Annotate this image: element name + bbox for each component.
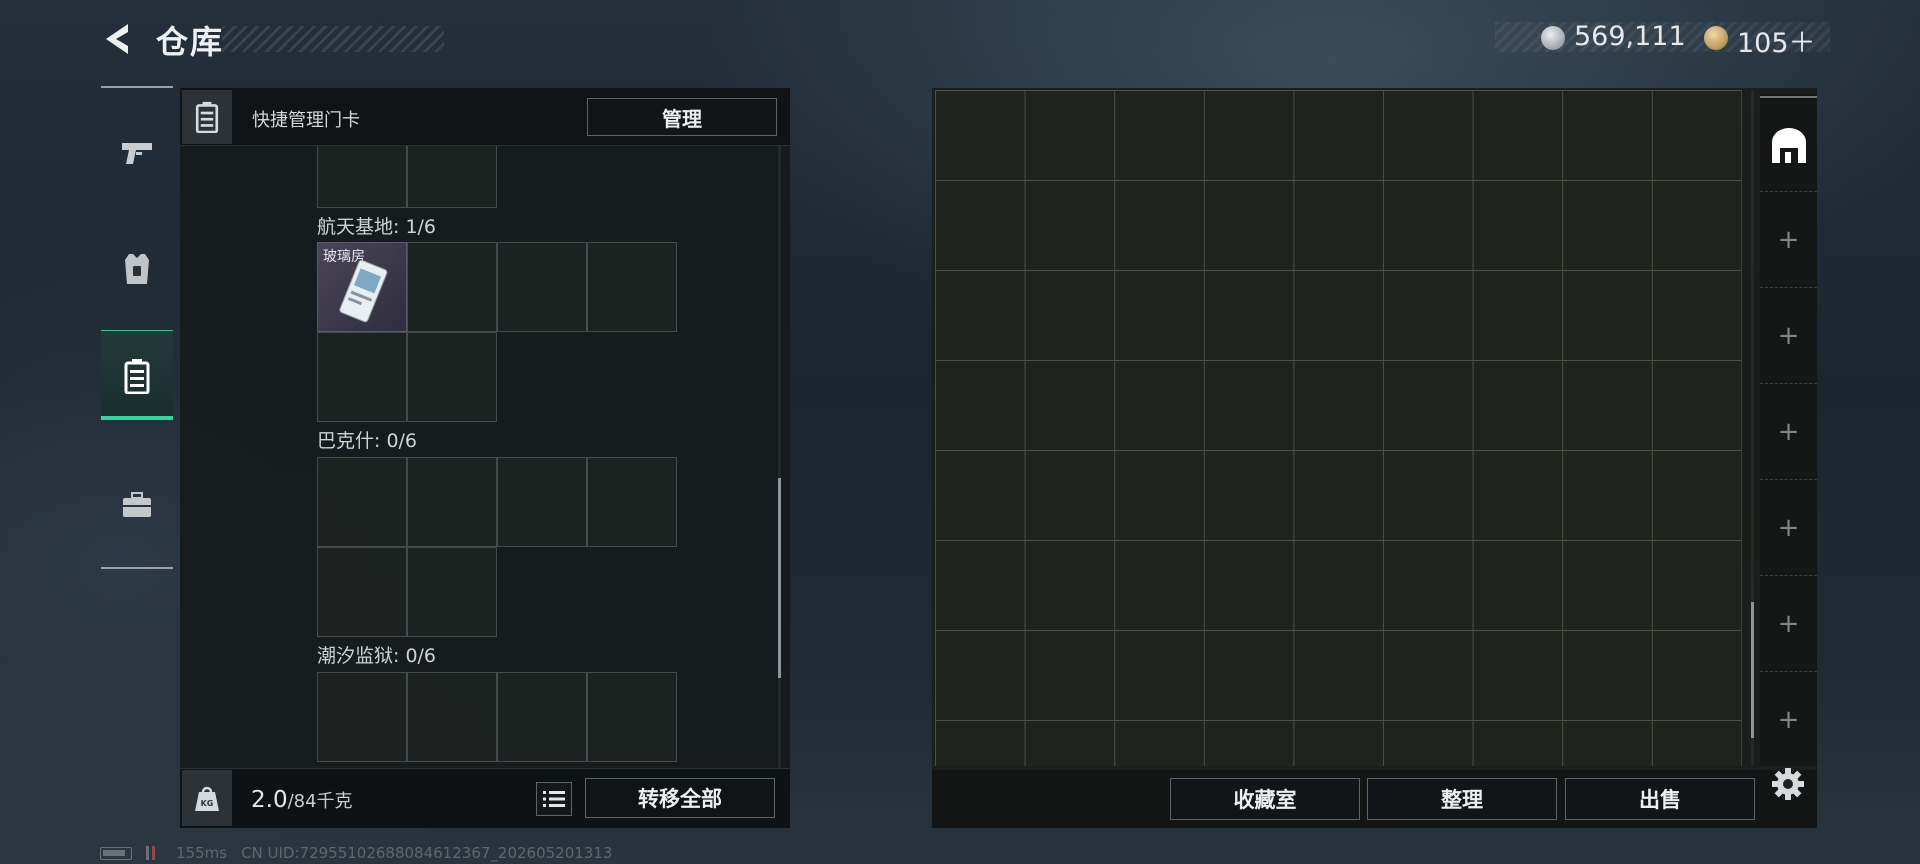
keycard-slot[interactable]: [407, 332, 497, 422]
keycard-slot[interactable]: [407, 242, 497, 332]
transfer-all-button[interactable]: 转移全部: [585, 778, 775, 818]
stash-tab-add[interactable]: +: [1760, 192, 1817, 288]
weight-icon: KG: [195, 786, 219, 811]
keycard-slot[interactable]: [497, 672, 587, 762]
gold-coin-icon: [1704, 26, 1728, 50]
nav-rail-divider-bottom: [101, 567, 173, 569]
keycard-slot[interactable]: [317, 146, 407, 208]
stash-tab-add[interactable]: +: [1760, 576, 1817, 672]
keycard-slot[interactable]: [317, 672, 407, 762]
keycard-slot[interactable]: [407, 672, 497, 762]
keycard-slot[interactable]: [407, 547, 497, 637]
keycard-slot[interactable]: [407, 146, 497, 208]
keycard-slot[interactable]: [497, 242, 587, 332]
weight-capacity: /84千克: [287, 791, 353, 812]
list-view-button[interactable]: [536, 782, 572, 816]
stash-tab-add[interactable]: +: [1760, 288, 1817, 384]
pistol-icon: [122, 143, 152, 164]
armor-vest-icon: [125, 254, 149, 284]
gold-currency-value[interactable]: 105＋: [1737, 21, 1816, 60]
stash-grid[interactable]: [935, 90, 1742, 766]
keycard-slot[interactable]: [317, 547, 407, 637]
keycard-list[interactable]: 航天基地: 1/6 玻璃房 巴克什: 0/6 潮汐监狱: 0/6: [180, 146, 790, 764]
stash-scroll-thumb[interactable]: [1751, 602, 1754, 738]
keycard-holder-icon: [124, 358, 150, 394]
section-label-space-base: 航天基地: 1/6: [317, 216, 437, 238]
toolbox-icon: [123, 492, 151, 517]
title-decoration: [222, 26, 444, 52]
keycard-slot[interactable]: [317, 332, 407, 422]
stash-tab-add[interactable]: +: [1760, 672, 1817, 768]
stash-tab-add[interactable]: +: [1760, 480, 1817, 576]
weight-current: 2.0: [251, 787, 288, 813]
keycard-icon: [339, 259, 388, 323]
keycard-slot[interactable]: [587, 457, 677, 547]
keycard-slot[interactable]: [497, 457, 587, 547]
nav-tools[interactable]: [101, 460, 173, 550]
section-label-bakhsh: 巴克什: 0/6: [317, 430, 418, 452]
keycard-list-scroll-thumb[interactable]: [778, 478, 781, 678]
nav-keycards[interactable]: [101, 330, 173, 420]
battery-icon: [100, 846, 132, 860]
stash-tab-add[interactable]: +: [1760, 384, 1817, 480]
silver-coin-icon: [1541, 26, 1565, 50]
keycard-panel-icon-box: [182, 90, 232, 144]
section-label-tidal-prison: 潮汐监狱: 0/6: [317, 645, 437, 667]
keycard-slot[interactable]: [407, 457, 497, 547]
stash-tab-main[interactable]: [1760, 96, 1817, 192]
nav-weapons[interactable]: [101, 108, 173, 198]
keycard-holder-icon: [195, 101, 219, 133]
list-icon: [543, 791, 565, 807]
nav-equipment[interactable]: [101, 224, 173, 314]
sort-button[interactable]: 整理: [1367, 778, 1557, 820]
back-arrow-icon[interactable]: [98, 20, 136, 58]
weight-icon-box: KG: [182, 770, 232, 826]
sell-button[interactable]: 出售: [1565, 778, 1755, 820]
signal-icon: [146, 846, 162, 860]
keycard-panel-title: 快捷管理门卡: [252, 110, 360, 131]
uid-readout: CN UID:7295510268808461236​7_20260520131…: [241, 844, 613, 862]
manage-button[interactable]: 管理: [587, 98, 777, 136]
svg-text:KG: KG: [201, 799, 214, 808]
keycard-slot[interactable]: [317, 457, 407, 547]
gear-icon: [1772, 768, 1804, 800]
keycard-item[interactable]: 玻璃房: [317, 242, 407, 332]
status-bar: 155ms CN UID:7295510268808461236​7_20260…: [100, 844, 612, 862]
nav-rail-divider-top: [101, 86, 173, 88]
weight-readout: 2.0/84千克: [251, 787, 353, 813]
keycard-slot[interactable]: [587, 672, 677, 762]
ping-readout: 155ms: [176, 844, 228, 862]
keycard-slot[interactable]: [587, 242, 677, 332]
settings-button[interactable]: [1768, 764, 1808, 804]
silver-currency-value: 569,111: [1574, 21, 1686, 52]
page-title: 仓库: [156, 23, 225, 61]
stash-door-icon: [1771, 127, 1806, 163]
collection-room-button[interactable]: 收藏室: [1170, 778, 1360, 820]
